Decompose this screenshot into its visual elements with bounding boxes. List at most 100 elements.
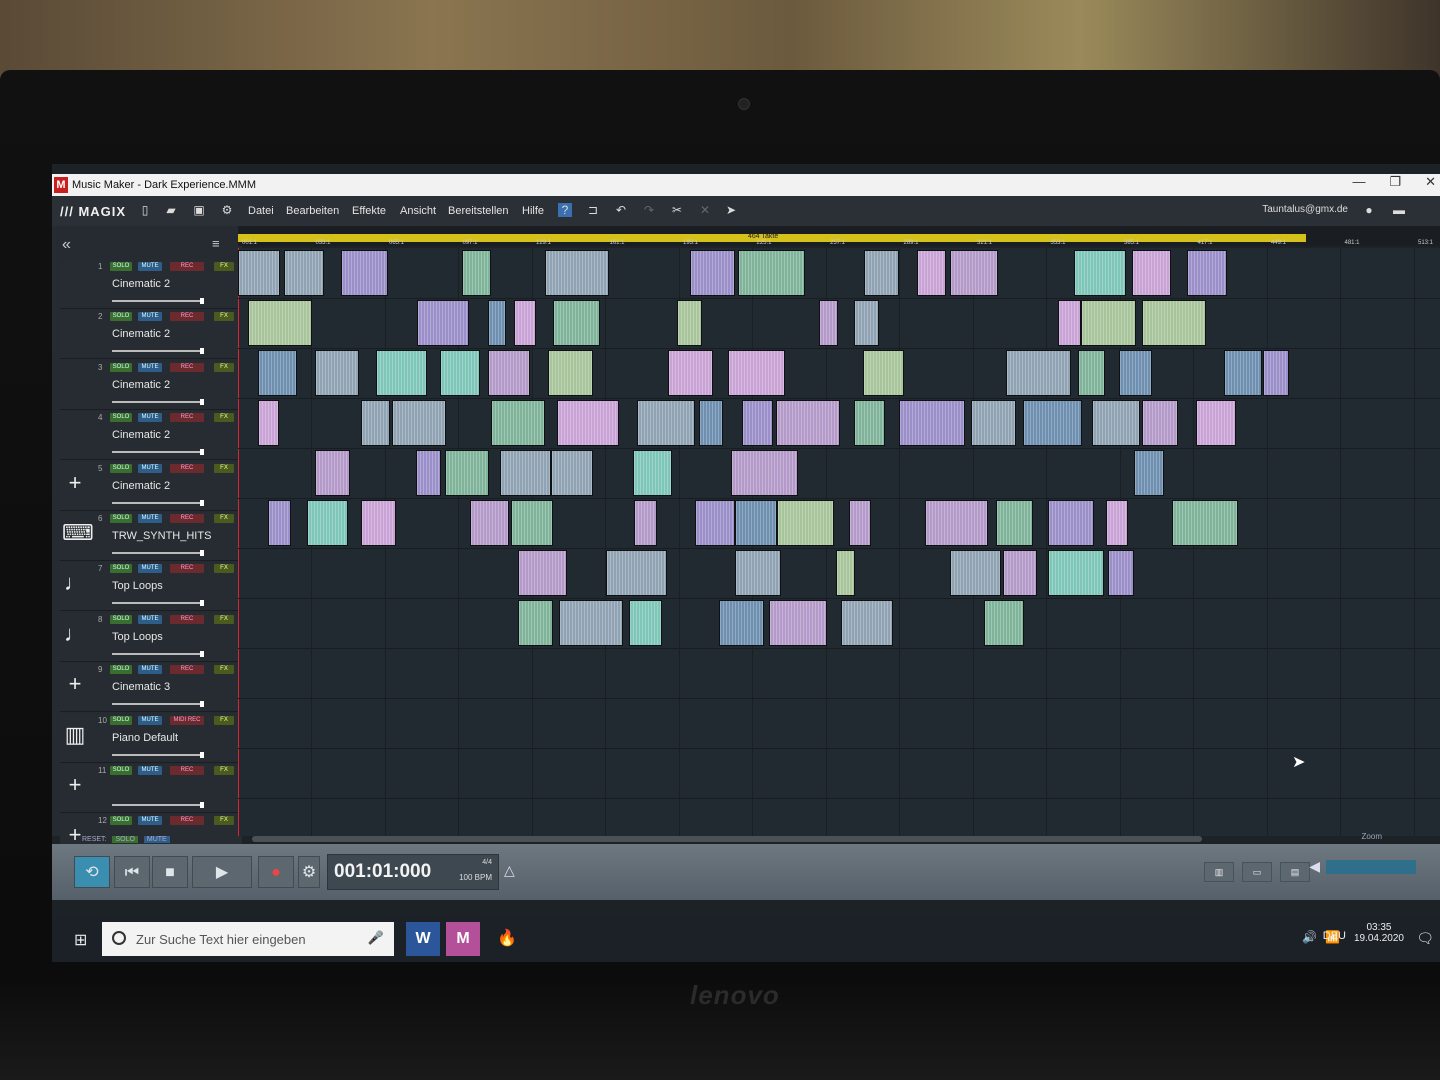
- pointer-tool-icon[interactable]: ➤: [724, 203, 738, 217]
- audio-clip[interactable]: [777, 500, 834, 546]
- track-lane[interactable]: [238, 248, 1440, 299]
- master-volume-slider[interactable]: [1326, 860, 1416, 874]
- track-name[interactable]: TRW_SYNTH_HITS: [112, 530, 211, 542]
- fx-button[interactable]: FX: [214, 816, 234, 826]
- track-volume-slider[interactable]: [112, 449, 204, 456]
- rec-button[interactable]: REC: [170, 665, 204, 675]
- audio-clip[interactable]: [1134, 450, 1164, 496]
- audio-clip[interactable]: [1142, 400, 1178, 446]
- audio-clip[interactable]: [341, 250, 388, 296]
- solo-button[interactable]: SOLO: [110, 312, 132, 322]
- audio-clip[interactable]: [1078, 350, 1105, 396]
- track-header[interactable]: ♩ 8 SOLO MUTE REC FX Top Loops: [60, 612, 242, 662]
- mute-button[interactable]: MUTE: [138, 715, 162, 725]
- track-lane[interactable]: [238, 598, 1440, 649]
- scissors-icon[interactable]: ✂: [670, 203, 684, 217]
- audio-clip[interactable]: [735, 500, 777, 546]
- layout-icon[interactable]: ▬: [1392, 203, 1406, 217]
- track-header[interactable]: ⌨ 6 SOLO MUTE REC FX TRW_SYNTH_HITS: [60, 512, 242, 561]
- audio-clip[interactable]: [551, 450, 593, 496]
- track-lane[interactable]: [238, 748, 1440, 799]
- taskbar-search[interactable]: Zur Suche Text hier eingeben 🎤: [102, 922, 394, 956]
- undo-icon[interactable]: ↶: [614, 203, 628, 217]
- audio-clip[interactable]: [440, 350, 480, 396]
- audio-clip[interactable]: [841, 600, 893, 646]
- audio-clip[interactable]: [864, 250, 899, 296]
- audio-clip[interactable]: [917, 250, 946, 296]
- master-volume-icon[interactable]: ◀: [1309, 858, 1320, 875]
- fx-button[interactable]: FX: [214, 362, 234, 372]
- play-button[interactable]: ▶: [192, 856, 252, 888]
- audio-clip[interactable]: [1224, 350, 1262, 396]
- audio-clip[interactable]: [462, 250, 491, 296]
- audio-clip[interactable]: [606, 550, 667, 596]
- mute-button[interactable]: MUTE: [138, 816, 162, 826]
- audio-clip[interactable]: [1048, 500, 1094, 546]
- audio-clip[interactable]: [268, 500, 291, 546]
- new-file-icon[interactable]: ▯: [138, 203, 152, 217]
- rec-button[interactable]: REC: [170, 362, 204, 372]
- audio-clip[interactable]: [1119, 350, 1152, 396]
- audio-clip[interactable]: [1074, 250, 1126, 296]
- audio-clip[interactable]: [1006, 350, 1071, 396]
- audio-clip[interactable]: [557, 400, 619, 446]
- user-avatar-icon[interactable]: ●: [1362, 203, 1376, 217]
- audio-clip[interactable]: [470, 500, 509, 546]
- audio-clip[interactable]: [996, 500, 1033, 546]
- menu-datei[interactable]: Datei: [248, 205, 274, 217]
- view-tracks-icon[interactable]: ▥: [1204, 862, 1234, 882]
- microphone-icon[interactable]: 🎤: [368, 930, 384, 946]
- mute-button[interactable]: MUTE: [138, 413, 162, 423]
- redo-icon[interactable]: ↷: [642, 203, 656, 217]
- audio-clip[interactable]: [738, 250, 805, 296]
- audio-clip[interactable]: [899, 400, 965, 446]
- track-lane[interactable]: [238, 698, 1440, 749]
- save-icon[interactable]: ▣: [192, 203, 206, 217]
- metronome-icon[interactable]: △: [504, 862, 515, 879]
- track-header[interactable]: 4 SOLO MUTE REC FX Cinematic 2: [60, 411, 242, 461]
- fx-button[interactable]: FX: [214, 312, 234, 322]
- menu-bereitstellen[interactable]: Bereitstellen: [448, 205, 509, 217]
- track-name[interactable]: Cinematic 3: [112, 681, 170, 693]
- track-lane[interactable]: [238, 648, 1440, 699]
- audio-clip[interactable]: [417, 300, 469, 346]
- zoom-label[interactable]: Zoom: [1362, 832, 1382, 841]
- track-lane[interactable]: [238, 498, 1440, 549]
- audio-clip[interactable]: [553, 300, 600, 346]
- audio-clip[interactable]: [742, 400, 773, 446]
- rec-button[interactable]: REC: [170, 564, 204, 574]
- audio-clip[interactable]: [1196, 400, 1236, 446]
- snap-icon[interactable]: ⊐: [586, 203, 600, 217]
- track-header[interactable]: ▥ 10 SOLO MUTE MIDI REC FX Piano Default: [60, 713, 242, 763]
- audio-clip[interactable]: [769, 600, 827, 646]
- view-mixer-icon[interactable]: ▭: [1242, 862, 1272, 882]
- mute-button[interactable]: MUTE: [138, 362, 162, 372]
- audio-clip[interactable]: [1172, 500, 1238, 546]
- audio-clip[interactable]: [637, 400, 695, 446]
- rec-button[interactable]: REC: [170, 766, 204, 775]
- audio-clip[interactable]: [248, 300, 312, 346]
- track-volume-slider[interactable]: [112, 348, 204, 355]
- solo-button[interactable]: SOLO: [110, 262, 132, 271]
- solo-button[interactable]: SOLO: [110, 564, 132, 574]
- track-header[interactable]: 3 SOLO MUTE REC FX Cinematic 2: [60, 360, 242, 410]
- track-name[interactable]: Cinematic 2: [112, 429, 170, 441]
- firefox-app-icon[interactable]: 🔥: [490, 922, 524, 956]
- audio-clip[interactable]: [836, 550, 855, 596]
- fx-button[interactable]: FX: [214, 262, 234, 271]
- fx-button[interactable]: FX: [214, 514, 234, 523]
- audio-clip[interactable]: [559, 600, 623, 646]
- arrangement-area[interactable]: [238, 248, 1440, 836]
- track-name[interactable]: Piano Default: [112, 732, 178, 744]
- audio-clip[interactable]: [1058, 300, 1081, 346]
- reset-solo-button[interactable]: SOLO: [112, 836, 138, 843]
- audio-clip[interactable]: [633, 450, 672, 496]
- audio-clip[interactable]: [511, 500, 553, 546]
- menu-bearbeiten[interactable]: Bearbeiten: [286, 205, 339, 217]
- audio-clip[interactable]: [971, 400, 1016, 446]
- mute-button[interactable]: MUTE: [138, 262, 162, 271]
- mute-button[interactable]: MUTE: [138, 614, 162, 624]
- audio-clip[interactable]: [1092, 400, 1140, 446]
- audio-clip[interactable]: [500, 450, 551, 496]
- audio-clip[interactable]: [1106, 500, 1128, 546]
